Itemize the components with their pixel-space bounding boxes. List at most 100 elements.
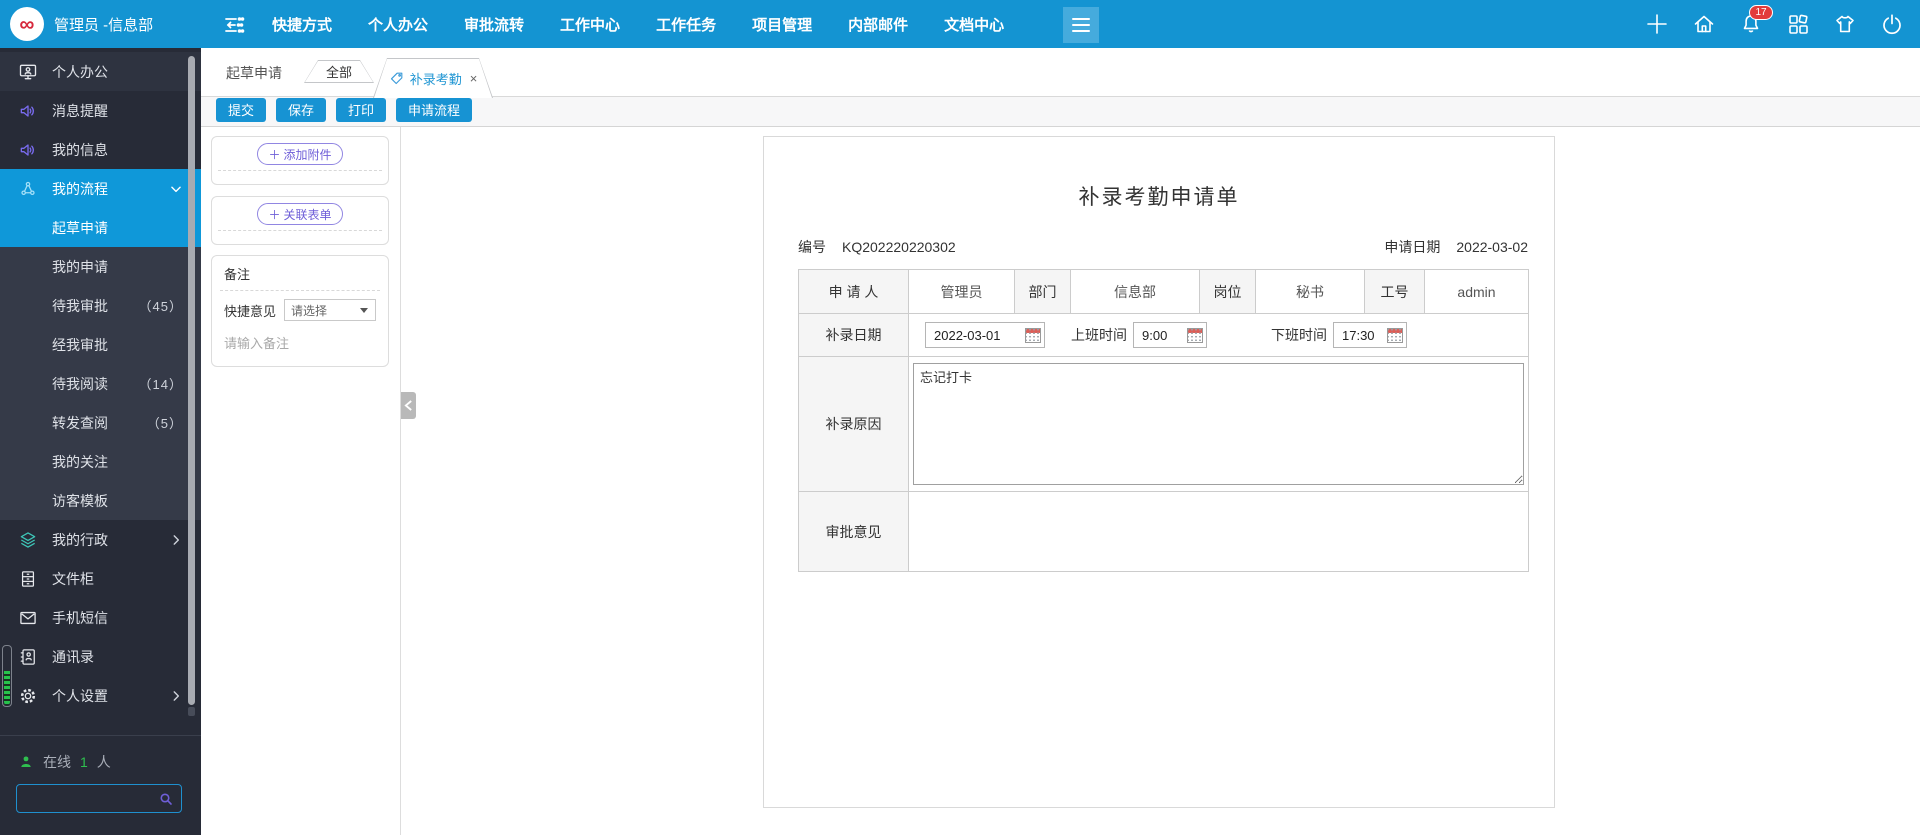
quick-opinion-label: 快捷意见 <box>224 303 277 319</box>
collapse-panel-handle[interactable] <box>401 392 416 419</box>
sidebar-item-label: 我的信息 <box>52 141 108 158</box>
cabinet-icon <box>18 569 38 589</box>
sidebar-item-approved-by-me[interactable]: 经我审批 <box>0 325 201 364</box>
end-time-field[interactable] <box>1333 322 1407 348</box>
sidebar-item-my-admin[interactable]: 我的行政 <box>0 520 201 559</box>
toolbar-button[interactable]: 申请流程 <box>396 97 473 122</box>
tab-strip: 起草申请 全部 补录考勤 × <box>201 48 1920 97</box>
hamburger-icon <box>1072 14 1090 36</box>
topbar-menu-item[interactable]: 项目管理 <box>752 14 812 35</box>
sidebar-item-label: 消息提醒 <box>52 102 108 119</box>
table-row-applicant: 申 请 人 管理员 部门 信息部 岗位 秘书 工号 admin <box>798 269 1529 314</box>
notifications-bell-icon[interactable]: 17 <box>1739 5 1773 36</box>
topbar-menu: 快捷方式 个人办公 审批流转 工作中心 工作任务 项目管理 内部邮件 文档中心 <box>272 0 1004 48</box>
sidebar-scrollbar-end[interactable] <box>188 707 195 716</box>
add-attachment-button[interactable]: ＋添加附件 <box>257 143 343 165</box>
tab-root-label[interactable]: 起草申请 <box>226 63 282 83</box>
sidebar-item-my-follow[interactable]: 我的关注 <box>0 442 201 481</box>
makeup-date-field[interactable] <box>925 322 1045 348</box>
linked-form-box: ＋关联表单 <box>211 196 389 245</box>
start-time-field[interactable] <box>1133 322 1207 348</box>
remark-input[interactable]: 请输入备注 <box>224 333 376 352</box>
link-form-label: 关联表单 <box>283 207 332 222</box>
topbar-menu-item[interactable]: 工作任务 <box>656 14 716 35</box>
sidebar-item-draft-apply[interactable]: 起草申请 <box>0 208 201 247</box>
sidebar-item-label: 我的关注 <box>52 453 108 470</box>
sidebar-item-my-info[interactable]: 我的信息 <box>0 130 201 169</box>
form-title: 补录考勤申请单 <box>1078 186 1240 209</box>
tab-all[interactable]: 全部 <box>304 60 374 83</box>
panel-divider <box>400 127 401 835</box>
sidebar-item-contacts[interactable]: 通讯录 <box>0 637 201 676</box>
sidebar-item-my-workflow[interactable]: 我的流程 <box>0 169 201 208</box>
menu-collapse-icon[interactable] <box>222 13 246 35</box>
layers-icon <box>18 530 38 550</box>
dashed-divider <box>218 230 382 231</box>
toolbar: 提交 保存 打印 申请流程 <box>201 97 1920 127</box>
chevron-right-icon <box>169 689 183 703</box>
calendar-icon[interactable] <box>1187 327 1203 343</box>
sidebar-item-file-cabinet[interactable]: 文件柜 <box>0 559 201 598</box>
sidebar-item-personal-settings[interactable]: 个人设置 <box>0 676 201 715</box>
toolbar-button[interactable]: 提交 <box>216 97 267 122</box>
online-status: 在线 1 人 <box>18 752 111 772</box>
sidebar-item-count: （45） <box>138 299 183 314</box>
tab-close-icon[interactable]: × <box>470 71 478 86</box>
home-icon[interactable] <box>1692 12 1716 36</box>
sidebar-item-message-remind[interactable]: 消息提醒 <box>0 91 201 130</box>
tab-attendance-makeup[interactable]: 补录考勤 × <box>373 58 493 98</box>
calendar-icon[interactable] <box>1387 327 1403 343</box>
online-label: 在线 <box>43 754 71 770</box>
table-row-reason: 补录原因 忘记打卡 <box>798 356 1529 492</box>
topbar-menu-item[interactable]: 工作中心 <box>560 14 620 35</box>
chevron-right-icon <box>169 533 183 547</box>
link-form-button[interactable]: ＋关联表单 <box>257 203 343 225</box>
sidebar-item-wait-my-approve[interactable]: 待我审批 （45） <box>0 286 201 325</box>
topbar-menu-item[interactable]: 内部邮件 <box>848 14 908 35</box>
end-time-input[interactable] <box>1340 326 1380 344</box>
reason-textarea[interactable]: 忘记打卡 <box>913 363 1524 485</box>
search-icon[interactable] <box>158 791 174 807</box>
sidebar-search <box>16 784 182 813</box>
start-time-input[interactable] <box>1140 326 1180 344</box>
dept-label: 部门 <box>1014 269 1071 314</box>
sidebar-item-label: 待我阅读 <box>52 375 108 392</box>
sidebar-item-forward-review[interactable]: 转发查阅 （5） <box>0 403 201 442</box>
topbar-menu-item[interactable]: 文档中心 <box>944 14 1004 35</box>
new-item-icon[interactable] <box>1645 12 1669 36</box>
table-row-makeup-date: 补录日期 上班时间 <box>798 313 1529 357</box>
contacts-icon <box>18 647 38 667</box>
sidebar-item-label: 转发查阅 <box>52 414 108 431</box>
more-menu-button[interactable] <box>1063 7 1099 43</box>
logout-power-icon[interactable] <box>1880 12 1904 36</box>
start-time-label: 上班时间 <box>1071 327 1127 343</box>
apps-grid-icon[interactable] <box>1786 12 1810 36</box>
calendar-icon[interactable] <box>1025 327 1041 343</box>
toolbar-button[interactable]: 打印 <box>336 97 387 122</box>
sidebar-menu: 个人办公消息提醒我的信息我的流程 起草申请 我的申请 待我审批 （45） 经我审批待我阅读… <box>0 52 201 715</box>
sidebar-item-personal-office[interactable]: 个人办公 <box>0 52 201 91</box>
monitor-user-icon <box>18 62 38 82</box>
notification-badge: 17 <box>1749 5 1773 20</box>
plus-icon: ＋ <box>268 147 281 162</box>
topbar-menu-item[interactable]: 个人办公 <box>368 14 428 35</box>
topbar-menu-item[interactable]: 快捷方式 <box>272 14 332 35</box>
sidebar-item-label: 手机短信 <box>52 609 108 626</box>
sidebar-item-my-apply[interactable]: 我的申请 <box>0 247 201 286</box>
quick-opinion-select[interactable]: 请选择 <box>284 299 376 321</box>
sidebar-scrollbar[interactable] <box>188 56 195 705</box>
apply-date-label: 申请日期 <box>1384 239 1441 255</box>
search-input[interactable] <box>23 787 151 810</box>
topbar-menu-item[interactable]: 审批流转 <box>464 14 524 35</box>
makeup-date-input[interactable] <box>932 326 1017 344</box>
sidebar-item-label: 经我审批 <box>52 336 108 353</box>
chevron-down-icon <box>360 308 368 313</box>
sidebar-item-label: 文件柜 <box>52 570 94 587</box>
theme-shirt-icon[interactable] <box>1833 12 1857 36</box>
post-label: 岗位 <box>1199 269 1256 314</box>
sidebar-item-visitor-template[interactable]: 访客模板 <box>0 481 201 520</box>
apply-date-value: 2022-03-02 <box>1456 239 1528 255</box>
sidebar-item-sms[interactable]: 手机短信 <box>0 598 201 637</box>
toolbar-button[interactable]: 保存 <box>276 97 327 122</box>
sidebar-item-wait-my-read[interactable]: 待我阅读 （14） <box>0 364 201 403</box>
